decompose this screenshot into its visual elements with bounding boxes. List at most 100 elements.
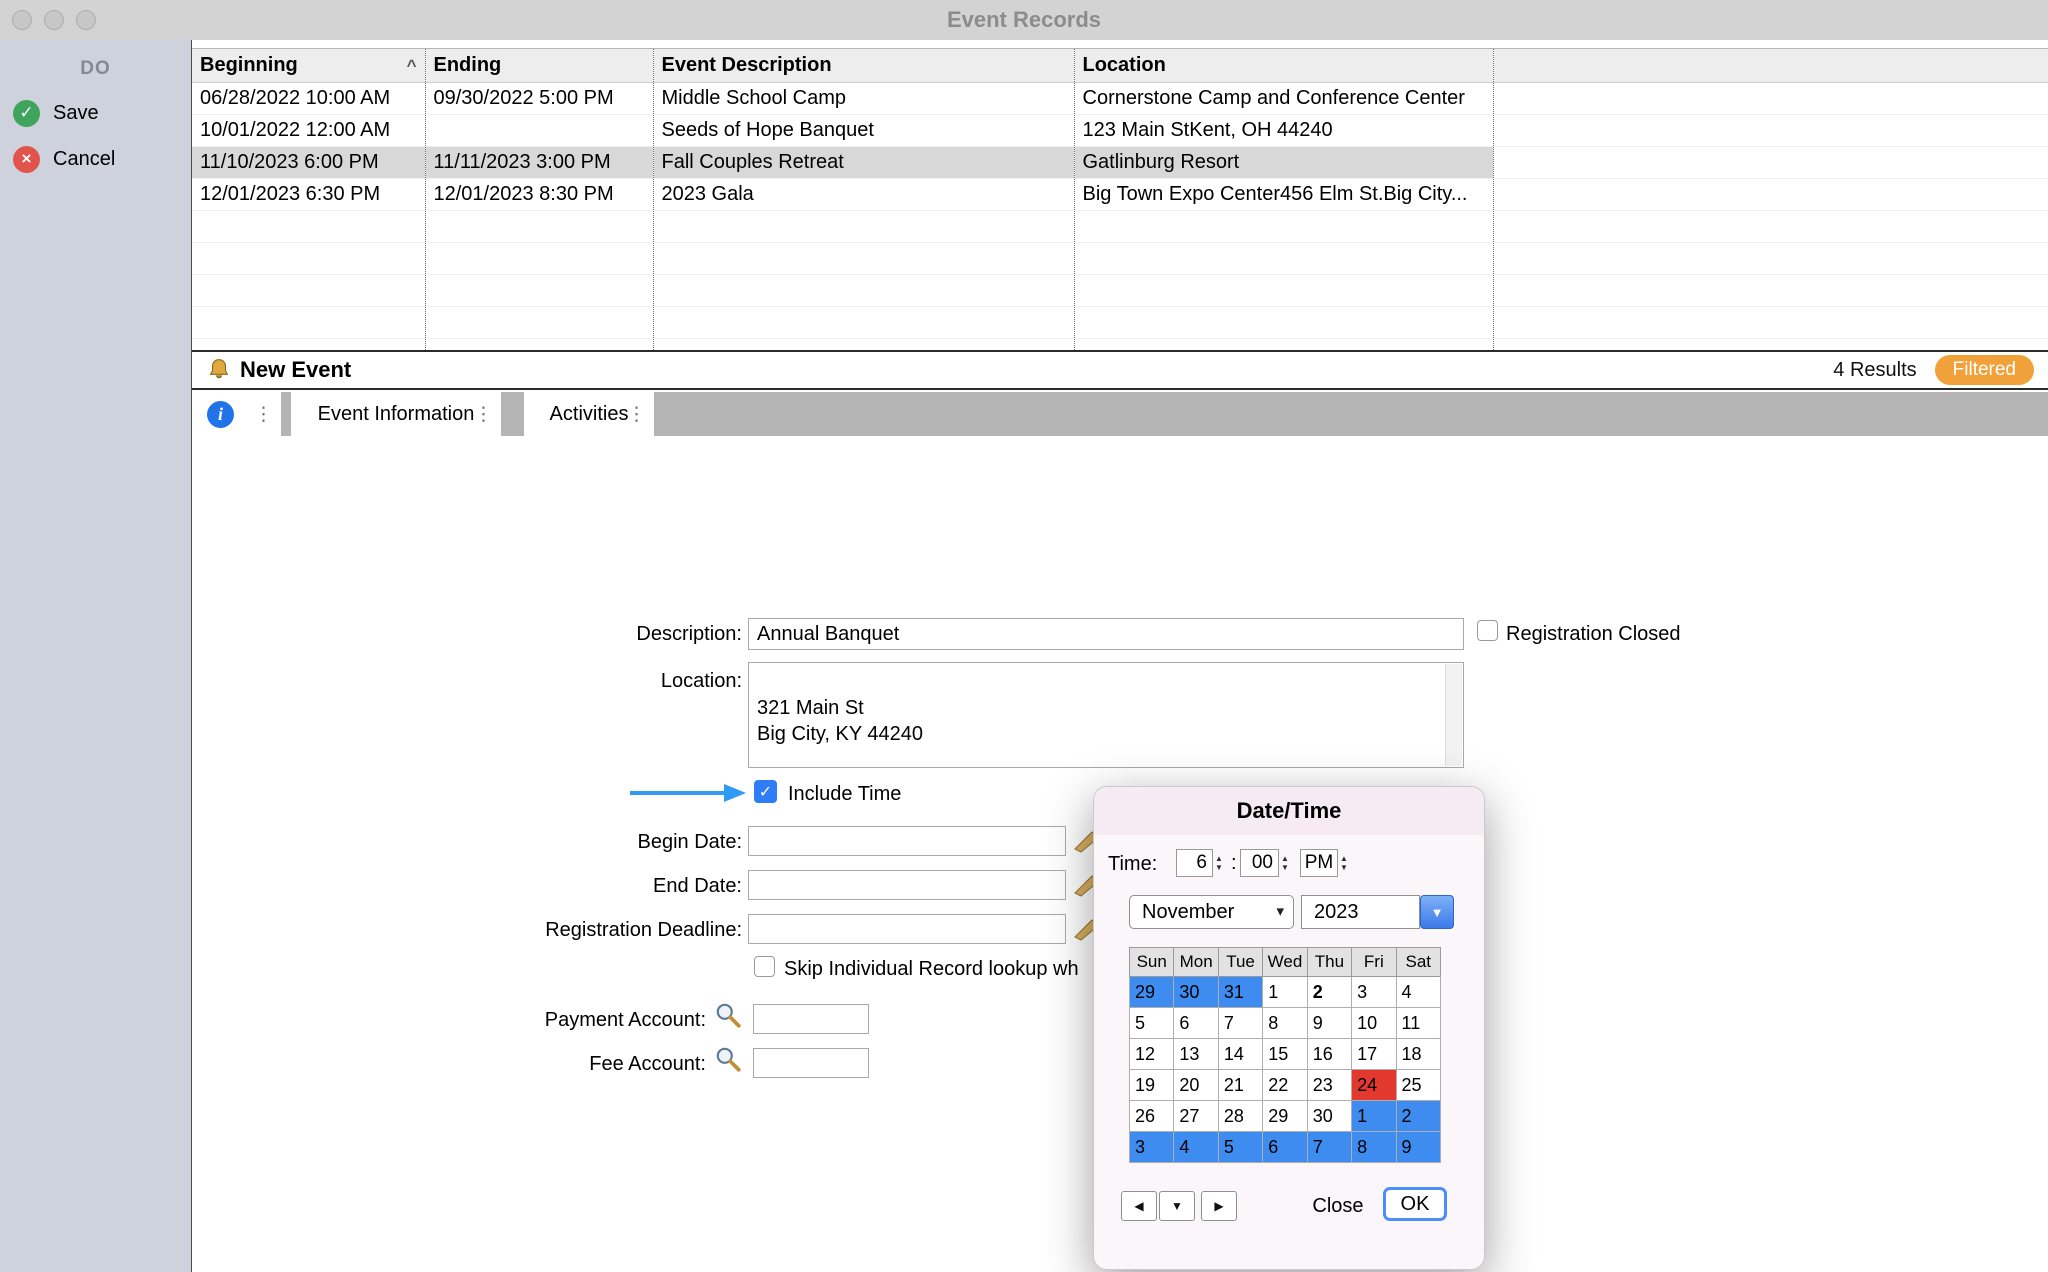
meridiem-input[interactable]: PM (1300, 849, 1338, 877)
table-row[interactable]: 12/01/2023 6:30 PM 12/01/2023 8:30 PM 20… (192, 178, 2048, 210)
calendar-day[interactable]: 18 (1396, 1039, 1440, 1070)
location-scrollbar[interactable] (1445, 664, 1462, 766)
calendar-day[interactable]: 23 (1307, 1070, 1351, 1101)
calendar-day[interactable]: 29 (1263, 1101, 1307, 1132)
registration-deadline-input[interactable] (748, 914, 1066, 944)
include-time-checkbox[interactable]: ✓ (754, 780, 777, 803)
calendar-day[interactable]: 6 (1174, 1008, 1218, 1039)
begin-date-input[interactable] (748, 826, 1066, 856)
minute-stepper[interactable]: ▲▼ (1281, 849, 1289, 877)
drag-handle-icon[interactable]: ⋮ (474, 403, 493, 426)
calendar-day[interactable]: 10 (1352, 1008, 1396, 1039)
calendar-day[interactable]: 9 (1307, 1008, 1351, 1039)
calendar-day[interactable]: 8 (1263, 1008, 1307, 1039)
sidebar: DO ✓ Save × Cancel (0, 40, 192, 1272)
stepper-down-icon: ▼ (1340, 864, 1348, 872)
calendar-prev-button[interactable]: ◀ (1121, 1191, 1157, 1221)
filtered-badge[interactable]: Filtered (1935, 355, 2034, 385)
cell-location: 123 Main StKent, OH 44240 (1074, 114, 1493, 146)
table-row[interactable]: 10/01/2022 12:00 AM Seeds of Hope Banque… (192, 114, 2048, 146)
column-header-location[interactable]: Location (1074, 49, 1493, 82)
calendar-day[interactable]: 1 (1263, 977, 1307, 1008)
calendar-day[interactable]: 12 (1130, 1039, 1174, 1070)
calendar-day[interactable]: 8 (1352, 1132, 1396, 1163)
location-field[interactable]: 321 Main St Big City, KY 44240 (748, 662, 1464, 768)
calendar-day[interactable]: 31 (1218, 977, 1262, 1008)
column-header-beginning[interactable]: Beginning^ (192, 49, 425, 82)
calendar-day[interactable]: 7 (1218, 1008, 1262, 1039)
calendar-day[interactable]: 1 (1352, 1101, 1396, 1132)
calendar-day[interactable]: 30 (1307, 1101, 1351, 1132)
calendar-day[interactable]: 14 (1218, 1039, 1262, 1070)
calendar-day[interactable]: 3 (1352, 977, 1396, 1008)
description-input[interactable] (748, 618, 1464, 650)
cell-beginning: 06/28/2022 10:00 AM (192, 82, 425, 114)
payment-account-input[interactable] (753, 1004, 869, 1034)
save-button[interactable]: ✓ Save (0, 96, 191, 130)
calendar-day[interactable]: 6 (1263, 1132, 1307, 1163)
tab-activities[interactable]: Activities ⋮ (524, 392, 654, 436)
weekday-label: Thu (1307, 948, 1351, 977)
calendar-day[interactable]: 11 (1396, 1008, 1440, 1039)
calendar-day[interactable]: 16 (1307, 1039, 1351, 1070)
empty-row (192, 210, 2048, 242)
calendar-day[interactable]: 5 (1218, 1132, 1262, 1163)
drag-handle-icon[interactable]: ⋮ (254, 403, 273, 426)
cell-beginning: 12/01/2023 6:30 PM (192, 178, 425, 210)
info-icon[interactable]: i (207, 401, 234, 428)
cancel-button[interactable]: × Cancel (0, 142, 191, 176)
calendar-day[interactable]: 29 (1130, 977, 1174, 1008)
table-row[interactable]: 06/28/2022 10:00 AM 09/30/2022 5:00 PM M… (192, 82, 2048, 114)
calendar-today-button[interactable]: ▼ (1159, 1191, 1195, 1221)
calendar-day[interactable]: 28 (1218, 1101, 1262, 1132)
calendar-day[interactable]: 27 (1174, 1101, 1218, 1132)
calendar-day[interactable]: 26 (1130, 1101, 1174, 1132)
calendar-day[interactable]: 22 (1263, 1070, 1307, 1101)
table-row[interactable]: 11/10/2023 6:00 PM 11/11/2023 3:00 PM Fa… (192, 146, 2048, 178)
registration-closed-checkbox[interactable] (1477, 620, 1498, 641)
end-date-input[interactable] (748, 870, 1066, 900)
calendar-day[interactable]: 9 (1396, 1132, 1440, 1163)
minute-input[interactable]: 00 (1240, 849, 1279, 877)
calendar-day[interactable]: 21 (1218, 1070, 1262, 1101)
sort-ascending-icon: ^ (407, 56, 417, 76)
lookup-magnifier-icon[interactable] (714, 1001, 742, 1029)
calendar-day[interactable]: 17 (1352, 1039, 1396, 1070)
calendar-day[interactable]: 13 (1174, 1039, 1218, 1070)
cancel-label: Cancel (53, 148, 115, 171)
calendar-day[interactable]: 7 (1307, 1132, 1351, 1163)
stepper-up-icon: ▲ (1340, 855, 1348, 863)
hour-stepper[interactable]: ▲▼ (1215, 849, 1223, 877)
column-header-description[interactable]: Event Description (653, 49, 1074, 82)
meridiem-stepper[interactable]: ▲▼ (1340, 849, 1348, 877)
calendar-day[interactable]: 5 (1130, 1008, 1174, 1039)
column-header-ending[interactable]: Ending (425, 49, 653, 82)
close-button[interactable]: Close (1302, 1191, 1374, 1221)
table-header-row: Beginning^ Ending Event Description Loca… (192, 49, 2048, 82)
hour-input[interactable]: 6 (1176, 849, 1213, 877)
year-dropdown-button[interactable]: ▼ (1420, 895, 1454, 929)
cell-location: Big Town Expo Center456 Elm St.Big City.… (1074, 178, 1493, 210)
calendar-day[interactable]: 19 (1130, 1070, 1174, 1101)
ok-button[interactable]: OK (1383, 1187, 1447, 1221)
attention-arrow-icon (628, 782, 748, 804)
calendar-day[interactable]: 20 (1174, 1070, 1218, 1101)
fee-account-input[interactable] (753, 1048, 869, 1078)
lookup-magnifier-icon[interactable] (714, 1045, 742, 1073)
calendar-day[interactable]: 4 (1396, 977, 1440, 1008)
year-input[interactable]: 2023 (1301, 895, 1420, 929)
month-select[interactable]: November ▾ (1129, 895, 1294, 929)
calendar-day[interactable]: 3 (1130, 1132, 1174, 1163)
calendar-day[interactable]: 2 (1307, 977, 1351, 1008)
drag-handle-icon[interactable]: ⋮ (627, 403, 646, 426)
calendar-day[interactable]: 2 (1396, 1101, 1440, 1132)
calendar-day[interactable]: 25 (1396, 1070, 1440, 1101)
calendar-day[interactable]: 30 (1174, 977, 1218, 1008)
calendar-day[interactable]: 24 (1352, 1070, 1396, 1101)
tab-event-information[interactable]: Event Information ⋮ (291, 392, 501, 436)
skip-lookup-checkbox[interactable] (754, 956, 775, 977)
right-arrow-icon: ▶ (1214, 1199, 1223, 1213)
calendar-next-button[interactable]: ▶ (1201, 1191, 1237, 1221)
calendar-day[interactable]: 4 (1174, 1132, 1218, 1163)
calendar-day[interactable]: 15 (1263, 1039, 1307, 1070)
